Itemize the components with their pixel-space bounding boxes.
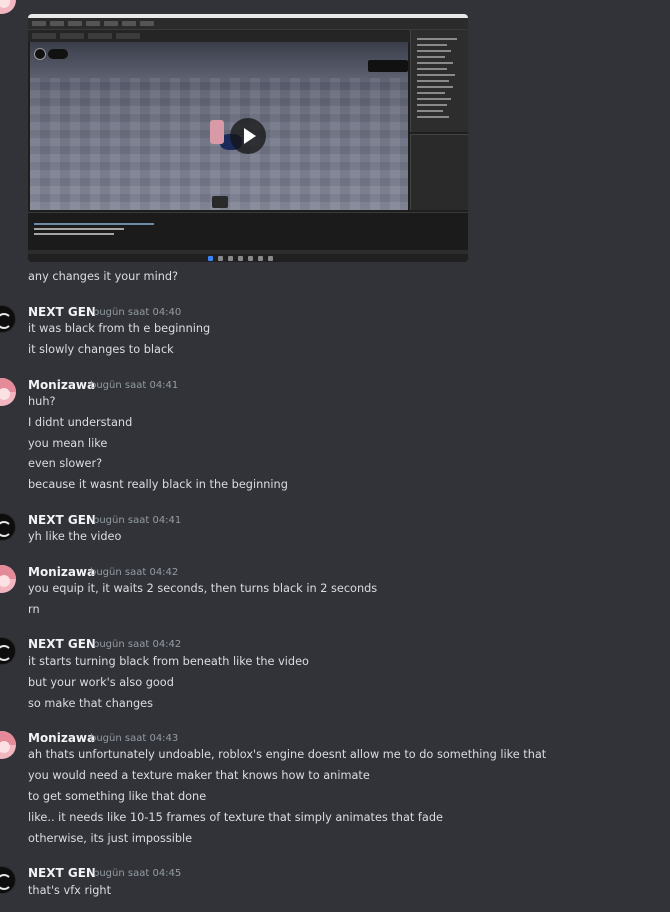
message-line: so make that changes [28,697,153,710]
message-line: ah thats unfortunately undoable, roblox'… [28,748,547,761]
avatar[interactable] [0,513,16,541]
message-line: you equip it, it waits 2 seconds, then t… [28,582,378,595]
message-line: because it wasnt really black in the beg… [28,478,288,491]
message-line: yh like the video [28,530,122,543]
video-tabs [28,30,410,42]
message-line: that's vfx right [28,884,112,897]
play-icon[interactable] [230,118,266,154]
timestamp: bugün saat 04:40 [93,307,182,318]
explorer-panel [410,30,468,132]
avatar[interactable] [0,305,16,333]
author-name[interactable]: Monizawa [28,565,95,579]
message-line: it was black from th e beginning [28,322,211,335]
properties-panel [410,134,468,210]
output-panel [28,212,468,250]
message-line: otherwise, its just impossible [28,832,193,845]
message-line: it starts turning black from beneath lik… [28,655,309,668]
message-line: it slowly changes to black [28,343,174,356]
message-line: but your work's also good [28,676,174,689]
avatar[interactable] [0,565,16,593]
avatar[interactable] [0,0,16,14]
character-figure [210,120,224,144]
avatar[interactable] [0,637,16,665]
message-line: you mean like [28,437,108,450]
author-name[interactable]: NEXT GEN [28,513,96,527]
timestamp: bugün saat 04:41 [93,515,182,526]
message-line: any changes it your mind? [28,270,179,283]
author-name[interactable]: NEXT GEN [28,637,96,651]
video-viewport [30,42,408,210]
message-line: to get something like that done [28,790,207,803]
message-line: rn [28,603,40,616]
video-menubar [28,18,468,30]
author-name[interactable]: Monizawa [28,378,95,392]
timestamp: bugün saat 04:45 [93,868,182,879]
timestamp: bugün saat 04:42 [90,567,179,578]
timestamp: bugün saat 04:41 [90,380,179,391]
author-name[interactable]: NEXT GEN [28,866,96,880]
taskbar [28,254,468,262]
message-line: I didnt understand [28,416,133,429]
message-line: you would need a texture maker that know… [28,769,370,782]
viewport-badge [368,60,408,72]
author-name[interactable]: Monizawa [28,731,95,745]
message-line: huh? [28,395,56,408]
timestamp: bugün saat 04:42 [93,639,182,650]
author-name[interactable]: NEXT GEN [28,305,96,319]
roblox-icon [34,48,46,60]
timestamp: bugün saat 04:43 [90,733,179,744]
avatar[interactable] [0,866,16,894]
message-line: like.. it needs like 10-15 frames of tex… [28,811,443,824]
video-attachment[interactable] [28,14,468,262]
avatar[interactable] [0,731,16,759]
avatar[interactable] [0,378,16,406]
message-line: even slower? [28,457,103,470]
